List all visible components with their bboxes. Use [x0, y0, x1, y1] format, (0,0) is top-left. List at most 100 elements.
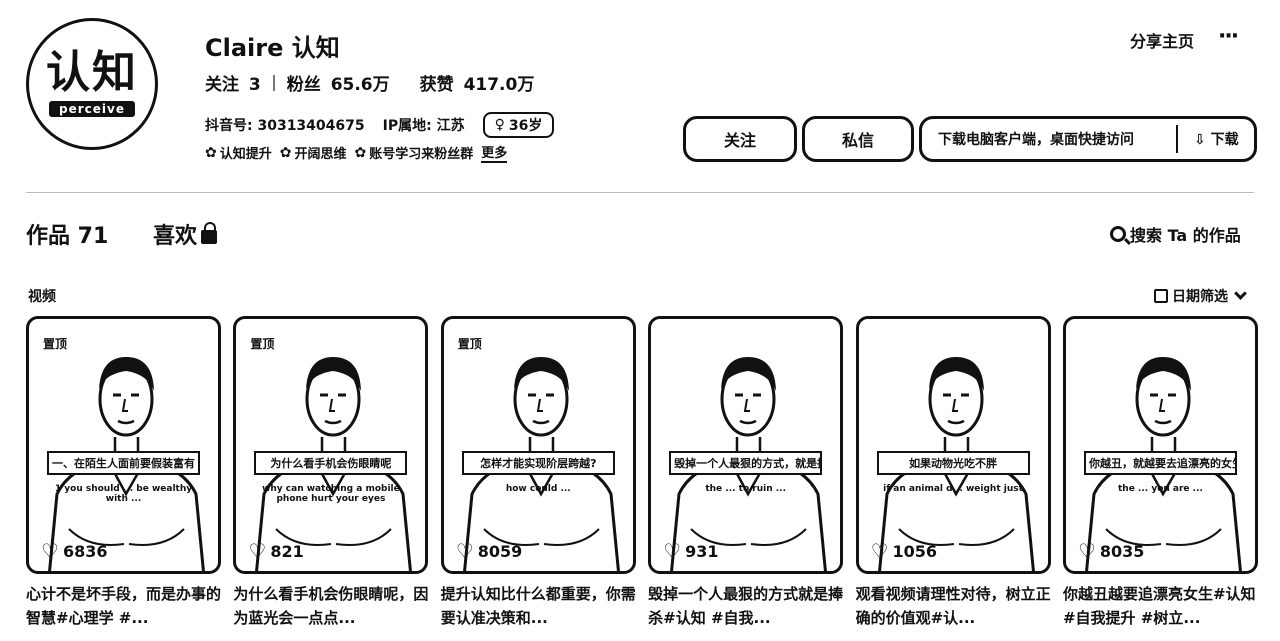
date-filter-label: 日期筛选: [1172, 289, 1228, 305]
share-profile-button[interactable]: 分享主页: [1130, 28, 1194, 52]
video-card[interactable]: 置顶 一、在陌生人面前要假装富有 1 you should ... be wea…: [26, 316, 221, 630]
video-caption[interactable]: 毁掉一个人最狠的方式就是捧杀#认知 #自我...: [648, 582, 843, 630]
follow-button[interactable]: 关注: [683, 116, 797, 162]
profile-tag[interactable]: ✿ 账号学习来粉丝群: [354, 143, 474, 163]
date-filter-dropdown[interactable]: 日期筛选: [1154, 286, 1247, 306]
likes-received-label: 获赞: [419, 75, 454, 95]
video-subtitle-en: if an animal d... weight just: [883, 484, 1023, 494]
download-label: 下载: [1210, 132, 1239, 148]
presenter-illustration: [877, 357, 1035, 571]
video-subtitle-cn: 毁掉一个人最狠的方式，就是捧杀: [669, 451, 823, 475]
video-caption[interactable]: 提升认知比什么都重要，你需要认准决策和...: [441, 582, 636, 630]
heart-icon: ♡: [870, 539, 889, 563]
more-options-icon[interactable]: ···: [1218, 24, 1239, 49]
video-card[interactable]: 如果动物光吃不胖 if an animal d... weight just ♡…: [855, 316, 1051, 630]
profile-tags: ✿ 认知提升 ✿ 开阔思维 ✿ 账号学习来粉丝群 更多: [205, 142, 508, 163]
video-likes: ♡ 931: [663, 541, 718, 561]
video-caption[interactable]: 观看视频请理性对待，树立正确的价值观#认...: [856, 582, 1051, 630]
presenter-illustration: [462, 357, 620, 571]
search-works-button[interactable]: 搜索 Ta 的作品: [1110, 222, 1241, 246]
profile-stats: 关注 3 粉丝 65.6万 获赞 417.0万: [205, 70, 534, 95]
video-subtitle-en: the ... to ruin ...: [705, 484, 787, 494]
video-likes-count: 8035: [1099, 541, 1145, 561]
video-subtitle-en: how could ...: [505, 484, 571, 494]
presenter-illustration: [255, 357, 413, 571]
tab-works[interactable]: 作品 71: [26, 218, 108, 250]
download-hint-text: 下载电脑客户端，桌面快捷访问: [938, 132, 1134, 148]
video-thumbnail[interactable]: 置顶 怎样才能实现阶层跨越? how could ... ♡ 8059: [440, 316, 636, 574]
followers-label: 粉丝: [286, 75, 321, 95]
profile-tag-label: 开阔思维: [294, 147, 347, 162]
avatar[interactable]: 认知 perceive: [26, 18, 158, 150]
video-thumbnail[interactable]: 如果动物光吃不胖 if an animal d... weight just ♡…: [855, 316, 1051, 574]
video-caption[interactable]: 心计不是坏手段，而是办事的智慧#心理学 #...: [26, 582, 221, 630]
video-likes-count: 1056: [892, 541, 938, 561]
profile-tag[interactable]: ✿ 开阔思维: [279, 143, 347, 163]
video-caption[interactable]: 你越丑越要追漂亮女生#认知 #自我提升 #树立...: [1063, 582, 1258, 630]
video-likes: ♡ 8035: [1078, 541, 1144, 561]
video-card[interactable]: 置顶 怎样才能实现阶层跨越? how could ... ♡ 8059 提升认知…: [440, 316, 636, 630]
video-likes: ♡ 6836: [41, 541, 107, 561]
video-card[interactable]: 置顶 为什么看手机会伤眼睛呢 why can watching a mobile…: [233, 316, 429, 630]
following-stat[interactable]: 关注 3: [205, 70, 261, 95]
video-likes-count: 821: [270, 541, 304, 561]
video-thumbnail[interactable]: 毁掉一个人最狠的方式，就是捧杀 the ... to ruin ... ♡ 93…: [648, 316, 844, 574]
video-subtitle-en: the ... you are ...: [1117, 484, 1203, 494]
search-works-label: 搜索 Ta 的作品: [1130, 226, 1241, 245]
profile-meta: 抖音号: 30313404675 IP属地: 江苏 ♀ 36岁: [205, 112, 555, 138]
header-divider: [26, 192, 1254, 193]
video-card[interactable]: 你越丑，就越要去追漂亮的女生 the ... you are ... ♡ 803…: [1062, 316, 1258, 630]
video-card[interactable]: 毁掉一个人最狠的方式，就是捧杀 the ... to ruin ... ♡ 93…: [648, 316, 844, 630]
calendar-icon: [1154, 289, 1168, 303]
video-likes: ♡ 821: [248, 541, 303, 561]
stats-divider: [272, 74, 275, 91]
clover-icon: ✿: [279, 144, 292, 161]
download-client-banner[interactable]: 下载电脑客户端，桌面快捷访问 ⇩ 下载: [919, 116, 1257, 162]
heart-icon: ♡: [41, 539, 59, 563]
video-subtitle-cn: 你越丑，就越要去追漂亮的女生: [1083, 451, 1237, 475]
followers-stat[interactable]: 粉丝 65.6万: [287, 70, 390, 95]
download-icon: ⇩: [1194, 132, 1206, 148]
followers-count: 65.6万: [330, 75, 390, 95]
lock-icon: [201, 222, 218, 244]
presenter-illustration: [48, 357, 205, 571]
search-icon: [1110, 226, 1126, 242]
download-divider: [1176, 125, 1178, 153]
likes-received-count: 417.0万: [463, 75, 535, 95]
tab-likes-label: 喜欢: [153, 224, 198, 249]
following-count: 3: [248, 75, 261, 95]
video-likes-count: 6836: [62, 541, 108, 561]
presenter-illustration: [1085, 357, 1242, 571]
message-button[interactable]: 私信: [802, 116, 914, 162]
ip-location: IP属地: 江苏: [382, 118, 465, 134]
video-caption[interactable]: 为什么看手机会伤眼睛呢，因为蓝光会一点点...: [233, 582, 428, 630]
heart-icon: ♡: [1077, 539, 1096, 563]
clover-icon: ✿: [205, 144, 217, 161]
video-subtitle-cn: 如果动物光吃不胖: [876, 451, 1030, 475]
pinned-badge: 置顶: [250, 337, 275, 351]
avatar-logo-subtext: perceive: [49, 101, 135, 117]
presenter-illustration: [670, 357, 828, 571]
video-subtitle-en: why can watching a mobile phone hurt you…: [262, 484, 400, 504]
video-thumbnail[interactable]: 置顶 为什么看手机会伤眼睛呢 why can watching a mobile…: [233, 316, 429, 574]
pinned-badge: 置顶: [43, 337, 68, 351]
profile-tag[interactable]: ✿ 认知提升: [205, 143, 272, 163]
profile-tag-label: 认知提升: [219, 147, 272, 162]
following-label: 关注: [205, 75, 239, 95]
tags-more-link[interactable]: 更多: [481, 142, 508, 163]
video-thumbnail[interactable]: 你越丑，就越要去追漂亮的女生 the ... you are ... ♡ 803…: [1062, 316, 1258, 574]
chevron-down-icon: [1234, 286, 1247, 300]
female-icon: ♀: [494, 117, 505, 133]
video-thumbnail[interactable]: 置顶 一、在陌生人面前要假装富有 1 you should ... be wea…: [26, 316, 221, 574]
age-text: 36岁: [508, 118, 543, 134]
section-title-video: 视频: [28, 289, 56, 305]
video-likes: ♡ 8059: [456, 541, 522, 561]
douyin-id: 抖音号: 30313404675: [205, 118, 365, 134]
clover-icon: ✿: [354, 144, 367, 161]
video-likes-count: 931: [685, 541, 719, 561]
video-likes-count: 8059: [477, 541, 523, 561]
tab-likes[interactable]: 喜欢: [153, 218, 218, 250]
video-subtitle-cn: 为什么看手机会伤眼睛呢: [254, 451, 408, 475]
download-button[interactable]: ⇩ 下载: [1194, 129, 1239, 149]
user-name: Claire 认知: [205, 34, 340, 62]
